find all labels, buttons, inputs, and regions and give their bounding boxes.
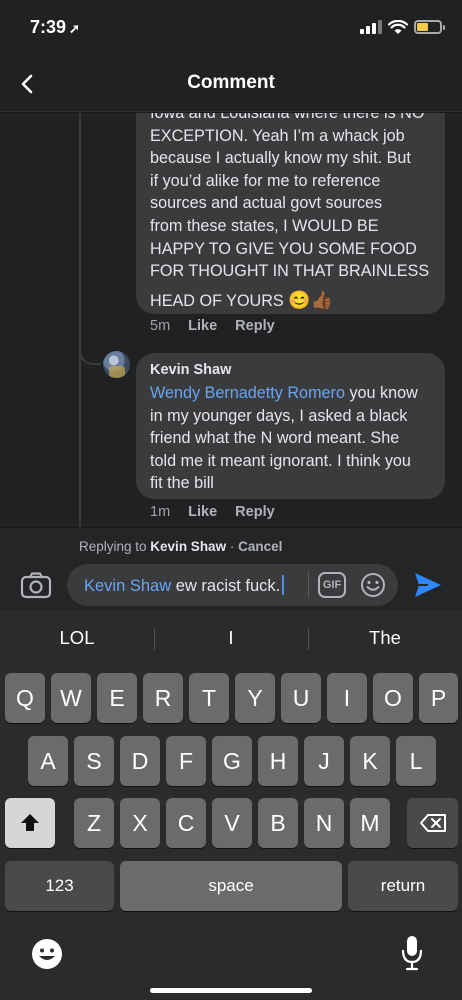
key-q[interactable]: Q [5, 673, 45, 723]
key-y[interactable]: Y [235, 673, 275, 723]
comment-line: sources and actual govt sources [150, 194, 383, 213]
key-r[interactable]: R [143, 673, 183, 723]
key-n[interactable]: N [304, 798, 344, 848]
avatar[interactable] [103, 351, 130, 378]
key-a[interactable]: A [28, 736, 68, 786]
comment-input[interactable]: Kevin Shaw ew racist fuck. GIF [67, 564, 398, 606]
key-d[interactable]: D [120, 736, 160, 786]
key-i[interactable]: I [327, 673, 367, 723]
shift-icon [21, 814, 39, 831]
text-caret [282, 575, 285, 595]
comment-line: fit the bill [150, 474, 214, 493]
comment-time: 1m [150, 504, 171, 520]
comment-line: in my younger days, I asked a black [150, 406, 408, 425]
input-mention: Kevin Shaw [84, 577, 172, 595]
comment-composer: Kevin Shaw ew racist fuck. GIF [0, 562, 462, 610]
comment-line: HAPPY TO GIVE YOU SOME FOOD [150, 239, 417, 258]
reply-bubble: Kevin Shaw Wendy Bernadetty Romero you k… [136, 353, 445, 499]
key-t[interactable]: T [189, 673, 229, 723]
wifi-icon [388, 19, 408, 34]
key-h[interactable]: H [258, 736, 298, 786]
key-z[interactable]: Z [74, 798, 114, 848]
send-icon[interactable] [412, 570, 444, 600]
key-w[interactable]: W [51, 673, 91, 723]
return-key[interactable]: return [348, 861, 458, 911]
key-e[interactable]: E [97, 673, 137, 723]
suggestion-bar: LOL I The [0, 610, 462, 666]
suggestion-1[interactable]: LOL [0, 610, 154, 666]
key-j[interactable]: J [304, 736, 344, 786]
backspace-icon [419, 814, 446, 832]
key-v[interactable]: V [212, 798, 252, 848]
reply-button[interactable]: Reply [235, 504, 275, 520]
emoji-keyboard-icon[interactable] [30, 937, 64, 971]
comment-text: you know [344, 384, 418, 402]
key-u[interactable]: U [281, 673, 321, 723]
key-x[interactable]: X [120, 798, 160, 848]
comment-line: if you’d alike for me to reference [150, 171, 381, 190]
replying-to-bar: Replying to Kevin Shaw · Cancel [0, 528, 462, 562]
keyboard: LOL I The Q W E R T Y U I O P A S D F G … [0, 610, 462, 1000]
suggestion-3[interactable]: The [308, 610, 462, 666]
page-title: Comment [187, 72, 275, 93]
comment-line: friend what the N word meant. She [150, 429, 400, 448]
comment-meta: 5m Like Reply [150, 318, 275, 334]
comment-line: EXCEPTION. Yeah I’m a whack job [150, 126, 405, 145]
key-b[interactable]: B [258, 798, 298, 848]
backspace-key[interactable] [407, 798, 458, 848]
key-f[interactable]: F [166, 736, 206, 786]
key-p[interactable]: P [419, 673, 458, 723]
comment-line: told me it meant ignorant. I think you [150, 451, 411, 470]
numbers-key[interactable]: 123 [5, 861, 114, 911]
comment-time: 5m [150, 318, 171, 334]
camera-icon[interactable] [20, 571, 52, 599]
comment-line: Iowa and Louisiana where there is NO [150, 113, 425, 122]
smile-thumbsup-emoji: 😊👍🏾 [288, 289, 334, 310]
mention-link[interactable]: Wendy Bernadetty Romero [150, 384, 345, 402]
gif-button[interactable]: GIF [318, 572, 346, 598]
cancel-reply-button[interactable]: Cancel [238, 539, 282, 554]
emoji-icon[interactable] [360, 572, 386, 598]
like-button[interactable]: Like [188, 318, 217, 334]
comment-thread: Iowa and Louisiana where there is NO EXC… [0, 113, 462, 527]
key-s[interactable]: S [74, 736, 114, 786]
location-icon: ➚ [69, 21, 80, 36]
comment-input-text[interactable]: Kevin Shaw ew racist fuck. [84, 575, 285, 596]
space-key[interactable]: space [120, 861, 342, 911]
comment-line: from these states, I WOULD BE [150, 216, 379, 235]
comment-line: FOR THOUGHT IN THAT BRAINLESS [150, 262, 430, 281]
reply-connector [79, 343, 101, 365]
microphone-icon[interactable] [400, 934, 424, 972]
divider [308, 572, 309, 598]
key-o[interactable]: O [373, 673, 413, 723]
key-m[interactable]: M [350, 798, 390, 848]
reply-button[interactable]: Reply [235, 318, 275, 334]
key-k[interactable]: K [350, 736, 390, 786]
status-icons [360, 18, 445, 36]
comment-bubble: Iowa and Louisiana where there is NO EXC… [136, 113, 445, 314]
reply-meta: 1m Like Reply [150, 504, 275, 520]
like-button[interactable]: Like [188, 504, 217, 520]
shift-key[interactable] [5, 798, 55, 848]
thread-line [79, 113, 81, 527]
comment-line: HEAD OF YOURS [150, 291, 284, 310]
replying-to-name: Kevin Shaw [150, 539, 227, 554]
key-l[interactable]: L [396, 736, 436, 786]
key-c[interactable]: C [166, 798, 206, 848]
status-bar: 7:39 ➚ [0, 0, 462, 56]
suggestion-2[interactable]: I [154, 610, 308, 666]
battery-icon [414, 20, 445, 34]
cellular-signal-icon [360, 20, 382, 34]
key-g[interactable]: G [212, 736, 252, 786]
status-time: 7:39 ➚ [30, 17, 80, 37]
header: Comment [0, 56, 462, 112]
comment-author[interactable]: Kevin Shaw [150, 360, 431, 380]
home-indicator [150, 988, 312, 993]
comment-line: because I actually know my shit. But [150, 149, 411, 168]
